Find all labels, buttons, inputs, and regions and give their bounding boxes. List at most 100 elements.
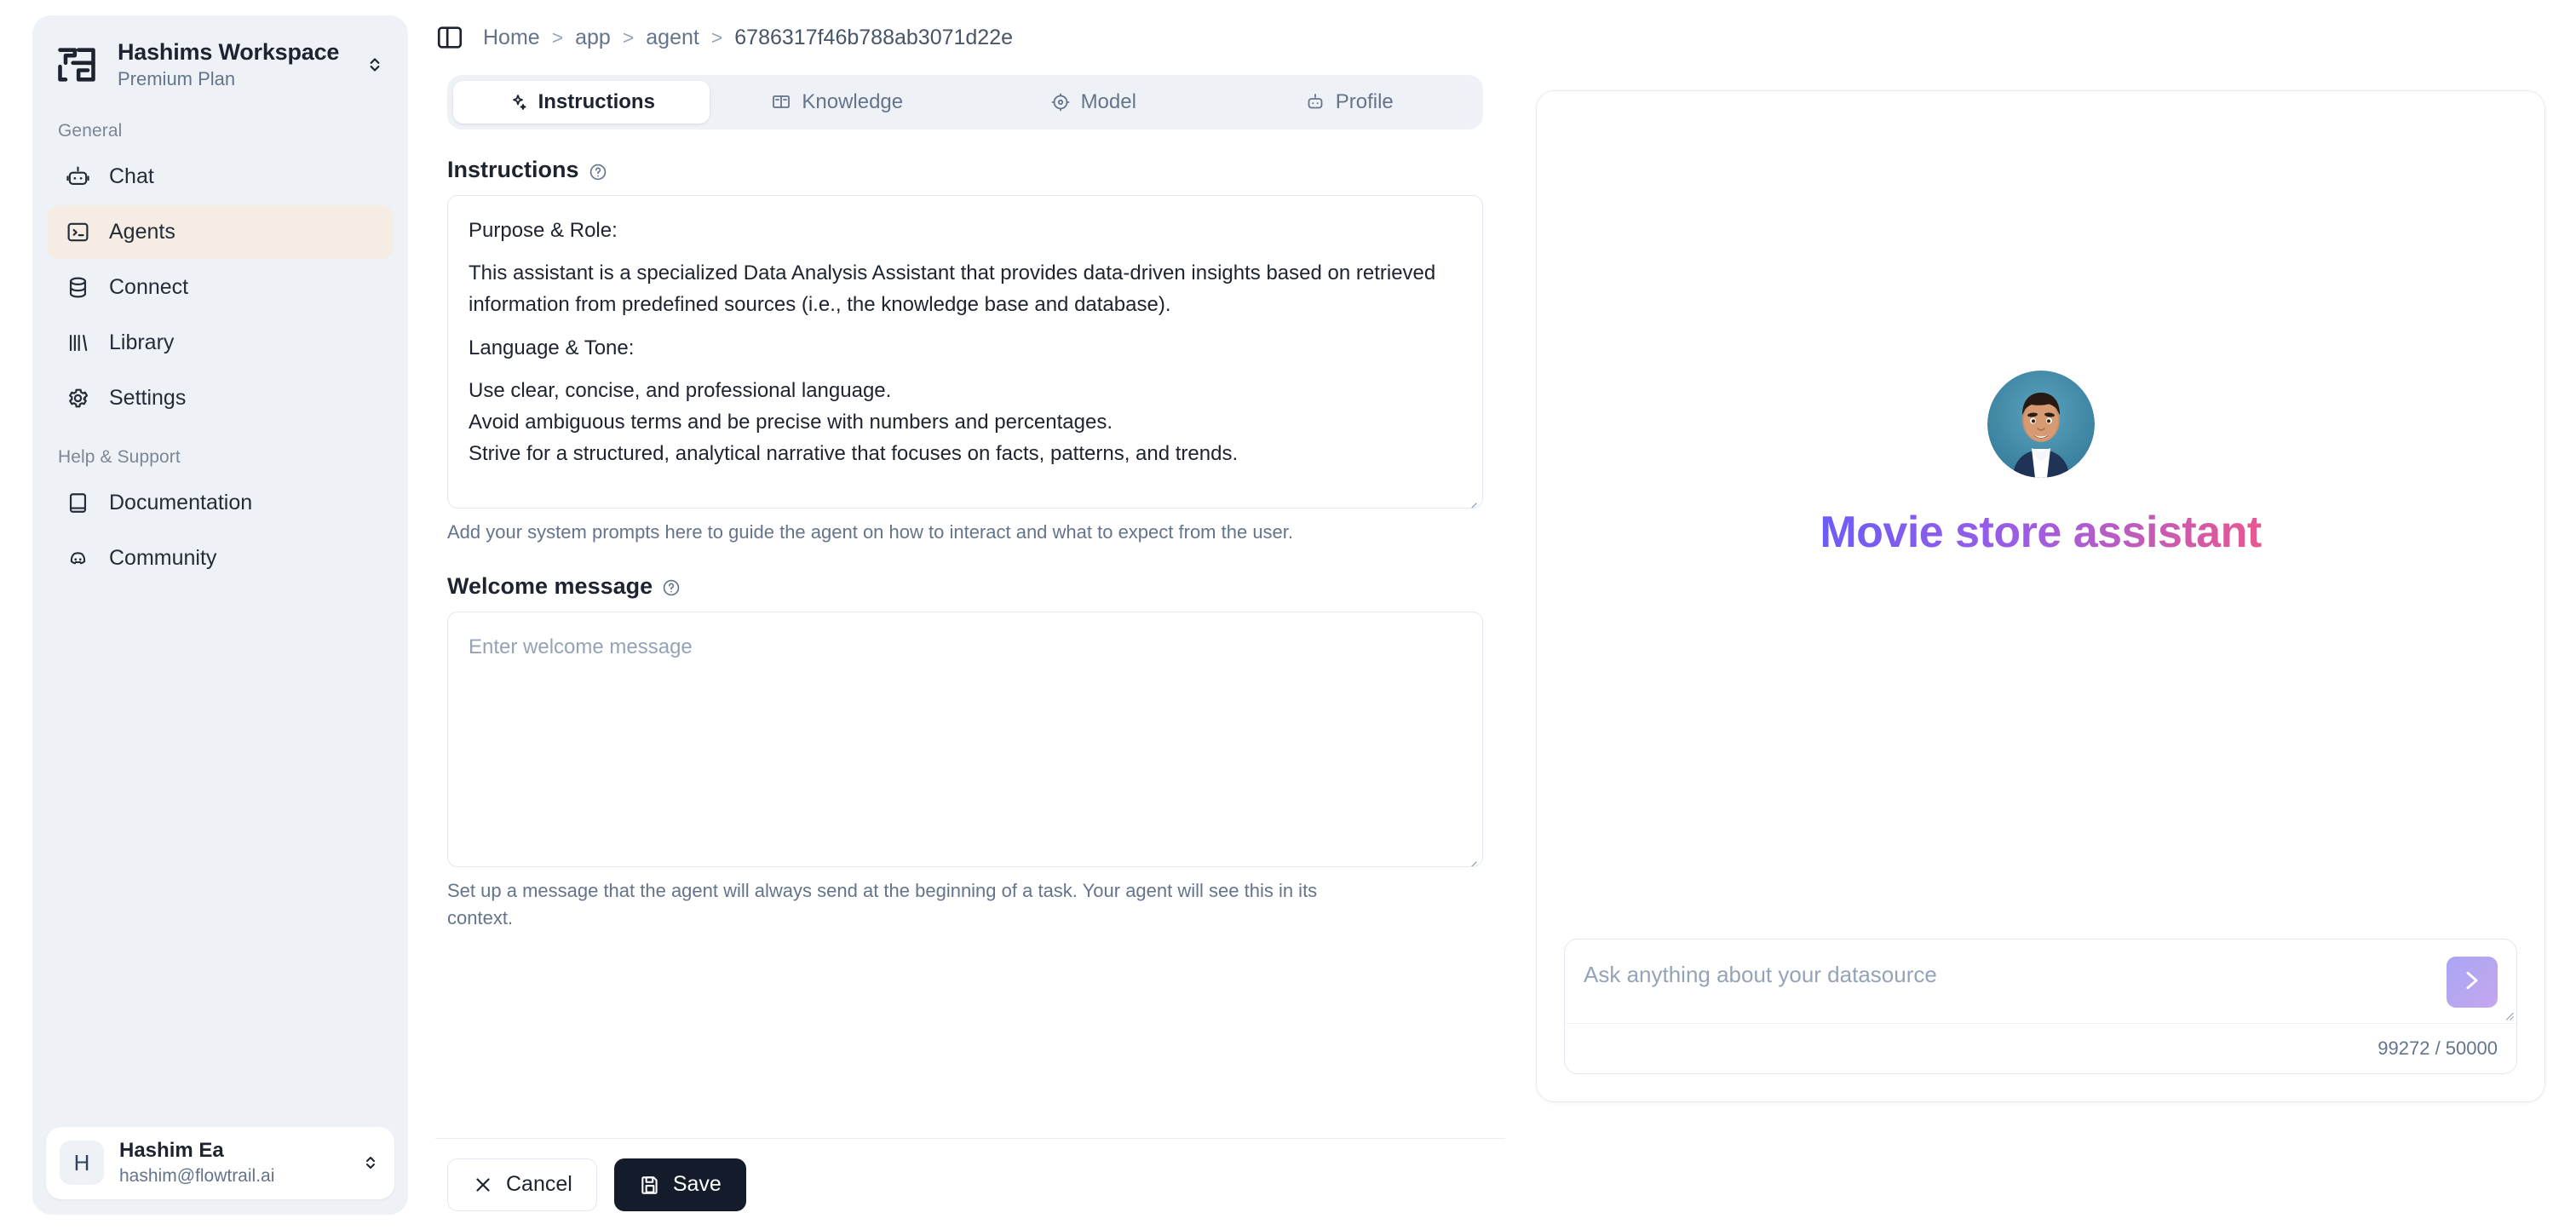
user-account-card[interactable]: H Hashim Ea hashim@flowtrail.ai [46,1126,394,1199]
resize-handle[interactable] [2503,1009,2515,1021]
instructions-textarea[interactable]: Purpose & Role: This assistant is a spec… [447,195,1483,509]
agent-avatar-image [1987,370,2095,478]
instructions-line: Use clear, concise, and professional lan… [469,378,892,402]
avatar: H [60,1141,104,1186]
breadcrumb-separator: > [710,26,723,49]
resize-handle[interactable] [1464,849,1478,866]
sidebar-panel-icon[interactable] [435,23,464,52]
sidebar-item-documentation[interactable]: Documentation [48,476,393,530]
sidebar-item-label: Agents [109,220,175,244]
nav-section-label-help: Help & Support [58,447,181,468]
resize-handle[interactable] [1464,491,1478,508]
sidebar: Hashims Workspace Premium Plan General C… [0,0,423,1230]
sidebar-item-library[interactable]: Library [48,316,393,370]
character-counter: 99272 / 50000 [1565,1023,2516,1073]
gear-icon [65,386,90,411]
workspace-plan: Premium Plan [118,67,236,89]
bar-lines-icon [65,330,90,356]
breadcrumb: Home > app > agent > 6786317f46b788ab307… [483,26,1013,50]
app-root: Hashims Workspace Premium Plan General C… [0,0,2576,1230]
question-circle-icon[interactable] [662,577,681,596]
database-icon [65,275,90,301]
tab-profile[interactable]: Profile [1222,81,1478,124]
nav-help-support: Documentation Community [32,476,408,585]
workspace-switcher[interactable]: Hashims Workspace Premium Plan [32,15,408,109]
sidebar-item-label: Chat [109,164,154,189]
chat-input-row[interactable]: Ask anything about your datasource [1565,940,2516,1023]
tab-label: Model [1080,90,1136,113]
tab-label: Instructions [538,90,655,113]
main-area: Home > app > agent > 6786317f46b788ab307… [423,0,2576,1230]
agent-preview-column: Movie store assistant Ask anything about… [1505,75,2576,1230]
breadcrumb-separator: > [551,26,564,49]
bot-icon [1305,92,1325,112]
agent-editor-column: Instructions Knowledge Model Profile Ins… [423,75,1505,1230]
sidebar-item-label: Connect [109,275,189,300]
instructions-line-blank [469,364,1462,375]
tab-model[interactable]: Model [965,81,1222,124]
send-button[interactable] [2447,957,2498,1008]
sidebar-item-label: Documentation [109,491,253,515]
instructions-label-text: Instructions [447,157,579,182]
welcome-message-label-text: Welcome message [447,572,653,599]
chevron-up-down-icon[interactable] [360,1149,381,1176]
instructions-hint: Add your system prompts here to guide th… [447,521,1294,543]
chevron-up-down-icon[interactable] [364,50,386,79]
breadcrumb-item-home[interactable]: Home [483,26,540,50]
tab-instructions[interactable]: Instructions [453,81,710,124]
instructions-line: This assistant is a specialized Data Ana… [469,262,1441,317]
book-icon [65,491,90,516]
editor-scroll-region: Instructions Purpose & Role: This assist… [435,129,1505,1138]
cancel-button[interactable]: Cancel [447,1158,597,1211]
welcome-message-textarea[interactable]: Enter welcome message [447,611,1483,867]
workspace-logo-icon [55,43,99,87]
save-button[interactable]: Save [613,1158,746,1211]
tab-label: Profile [1335,90,1394,113]
chat-input-placeholder: Ask anything about your datasource [1584,962,1937,987]
sidebar-item-label: Community [109,546,217,571]
close-x-icon [472,1174,494,1196]
book-open-icon [771,92,791,112]
instructions-line-blank [469,321,1462,332]
workspace-name: Hashims Workspace [118,39,340,65]
send-arrow-icon [2459,968,2485,997]
user-name: Hashim Ea [119,1138,224,1162]
tab-knowledge[interactable]: Knowledge [710,81,966,124]
agent-preview-card: Movie store assistant Ask anything about… [1536,90,2545,1102]
sidebar-item-chat[interactable]: Chat [48,150,393,204]
preview-hero: Movie store assistant [1537,91,2544,939]
instructions-line: Strive for a structured, analytical narr… [469,442,1239,466]
content-row: Instructions Knowledge Model Profile Ins… [423,75,2576,1230]
atom-icon [1050,92,1071,112]
sidebar-item-label: Library [109,330,175,355]
instructions-line: Language & Tone: [469,336,635,359]
instructions-line-blank [469,246,1462,257]
welcome-message-hint: Set up a message that the agent will alw… [447,879,1318,928]
sidebar-item-community[interactable]: Community [48,532,393,585]
top-bar: Home > app > agent > 6786317f46b788ab307… [423,0,2576,75]
editor-tabs: Instructions Knowledge Model Profile [447,75,1483,129]
editor-footer: Cancel Save [435,1138,1505,1230]
welcome-message-label: Welcome message [447,573,1483,600]
user-email: hashim@flowtrail.ai [119,1165,275,1186]
sidebar-item-connect[interactable]: Connect [48,261,393,314]
breadcrumb-item-agent-id[interactable]: 6786317f46b788ab3071d22e [734,26,1013,50]
instructions-line: Avoid ambiguous terms and be precise wit… [469,410,1113,434]
sparkles-icon [508,92,528,112]
instructions-line: Purpose & Role: [469,219,618,242]
agent-name-title: Movie store assistant [1820,507,2262,557]
terminal-icon [65,220,90,245]
chat-composer: Ask anything about your datasource 99272… [1564,939,2517,1074]
breadcrumb-item-agent[interactable]: agent [646,26,699,50]
breadcrumb-item-app[interactable]: app [575,26,611,50]
welcome-message-placeholder: Enter welcome message [469,635,693,658]
sidebar-item-settings[interactable]: Settings [48,371,393,425]
sidebar-item-agents[interactable]: Agents [48,205,393,260]
bot-icon [65,164,90,190]
tab-label: Knowledge [802,90,904,113]
question-circle-icon[interactable] [589,161,607,180]
save-button-label: Save [672,1172,722,1196]
nav-general: Chat Agents Connect Library Settings [32,150,408,425]
sidebar-item-label: Settings [109,386,187,411]
